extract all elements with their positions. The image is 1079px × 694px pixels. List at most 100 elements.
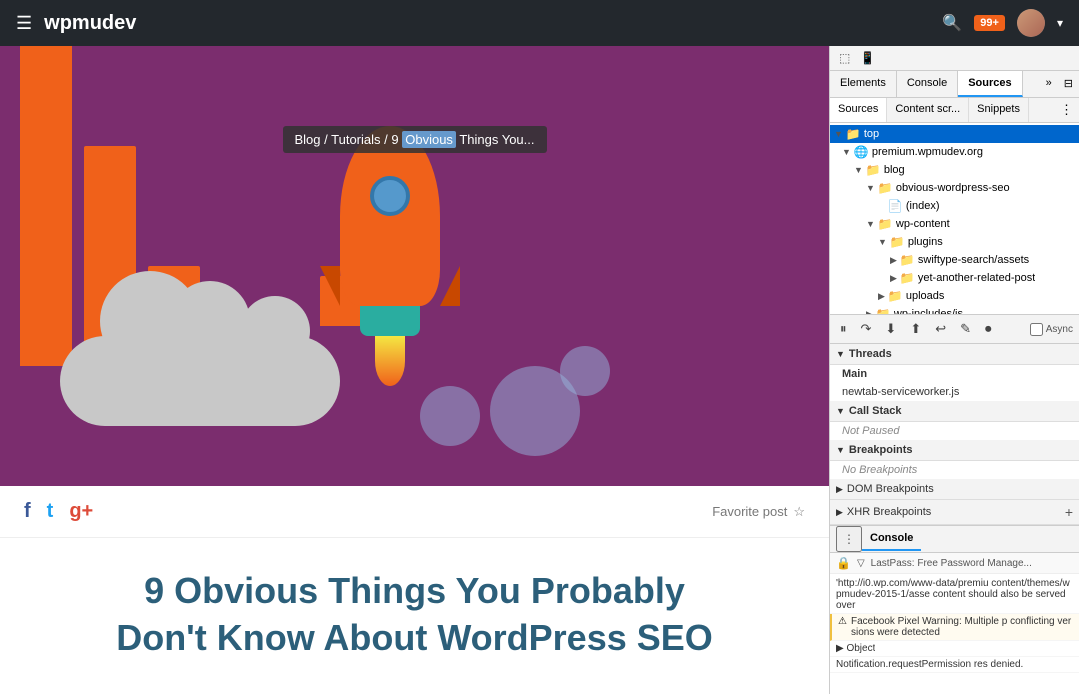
tree-label-blog: blog [884, 164, 905, 176]
tab-sources[interactable]: Sources [958, 71, 1022, 97]
tree-item-index[interactable]: ▶ 📄 (index) [830, 197, 1079, 215]
tab-elements[interactable]: Elements [830, 71, 897, 97]
rocket-body [340, 126, 440, 306]
tree-folder-icon-wpcontent: 📁 [878, 217, 893, 231]
nav-icons: 🔍 99+ ▾ [942, 9, 1063, 37]
rocket-nozzle [360, 306, 420, 336]
xhr-breakpoints-arrow: ▶ [836, 507, 843, 518]
console-msg-3: ▶ Object [830, 641, 1079, 657]
tree-folder-icon-plugins: 📁 [890, 235, 905, 249]
notification-badge[interactable]: 99+ [974, 15, 1005, 31]
add-xhr-breakpoint-button[interactable]: + [1065, 504, 1073, 520]
rocket-fin-left [320, 266, 340, 306]
bar-4-container [20, 46, 72, 326]
step-into-button[interactable]: ⬇ [881, 319, 900, 339]
dom-breakpoints-arrow: ▶ [836, 484, 843, 495]
breakpoints-section-header[interactable]: ▼ Breakpoints [830, 440, 1079, 461]
devtools-panel: ⬚ 📱 Elements Console Sources » ⊟ Sources… [829, 46, 1079, 694]
blog-content: Blog / Tutorials / 9 Obvious Things You.… [0, 46, 829, 694]
inspect-element-icon[interactable]: ⬚ [834, 48, 855, 68]
threads-section-header[interactable]: ▼ Threads [830, 344, 1079, 365]
tree-item-domain[interactable]: ▼ 🌐 premium.wpmudev.org [830, 143, 1079, 161]
social-icons: f t g+ [24, 500, 93, 523]
search-icon[interactable]: 🔍 [942, 13, 962, 33]
tree-label-yarp: yet-another-related-post [918, 272, 1035, 284]
step-out-button[interactable]: ⬆ [906, 319, 925, 339]
social-bar: f t g+ Favorite post ☆ [0, 486, 829, 538]
breadcrumb-blog[interactable]: Blog [295, 132, 321, 147]
console-tab[interactable]: Console [862, 527, 921, 551]
more-tabs-icon[interactable]: » [1040, 71, 1058, 97]
tab-console[interactable]: Console [897, 71, 958, 97]
tree-label-swiftype: swiftype-search/assets [918, 254, 1029, 266]
breadcrumb-highlighted: Obvious [402, 131, 456, 148]
avatar[interactable] [1017, 9, 1045, 37]
tree-label-index: (index) [906, 200, 940, 212]
async-text: Async [1046, 324, 1073, 335]
tree-label-wpcontent: wp-content [896, 218, 950, 230]
googleplus-icon[interactable]: g+ [69, 500, 93, 523]
pause-exceptions-button[interactable]: ⏺ [981, 319, 996, 339]
debugger-toolbar: ⏸ ↷ ⬇ ⬆ ↩ ✎ ⏺ Async [830, 314, 1079, 344]
star-icon: ☆ [793, 504, 805, 520]
tree-folder-icon-wpincludesjs: 📁 [876, 307, 891, 314]
async-checkbox[interactable] [1030, 323, 1043, 336]
console-msg-2-text: Facebook Pixel Warning: Multiple p confl… [851, 616, 1073, 638]
facebook-icon[interactable]: f [24, 500, 31, 523]
tree-item-top[interactable]: ▼ 📁 top [830, 125, 1079, 143]
subtab-more-icon[interactable]: ⋮ [1054, 98, 1079, 122]
threads-label: Threads [849, 348, 892, 360]
hamburger-menu-icon[interactable]: ☰ [16, 13, 32, 34]
callstack-section-header[interactable]: ▼ Call Stack [830, 401, 1079, 422]
tree-item-blog[interactable]: ▼ 📁 blog [830, 161, 1079, 179]
tree-folder-icon-top: 📁 [846, 127, 861, 141]
thread-serviceworker[interactable]: newtab-serviceworker.js [830, 383, 1079, 401]
tree-folder-icon-uploads: 📁 [888, 289, 903, 303]
tree-item-wpcontent[interactable]: ▼ 📁 wp-content [830, 215, 1079, 233]
dom-breakpoints-header[interactable]: ▶ DOM Breakpoints [830, 479, 1079, 500]
warning-icon: ⚠ [838, 616, 847, 627]
favorite-post[interactable]: Favorite post ☆ [712, 504, 805, 520]
tree-label-uploads: uploads [906, 290, 945, 302]
callstack-label: Call Stack [849, 405, 902, 417]
console-msg-2: ⚠ Facebook Pixel Warning: Multiple p con… [830, 614, 1079, 641]
device-toolbar-icon[interactable]: 📱 [855, 48, 880, 68]
dom-breakpoints-label: DOM Breakpoints [847, 483, 934, 495]
tree-file-icon-index: 📄 [888, 199, 903, 213]
close-console-icon[interactable]: ⋮ [836, 526, 862, 552]
sources-subtab-bar: Sources Content scr... Snippets ⋮ [830, 98, 1079, 123]
subtab-content-scripts[interactable]: Content scr... [887, 98, 969, 122]
thread-main[interactable]: Main [830, 365, 1079, 383]
tree-item-obvious[interactable]: ▼ 📁 obvious-wordpress-seo [830, 179, 1079, 197]
xhr-breakpoints-header[interactable]: ▶ XHR Breakpoints + [830, 500, 1079, 525]
tree-folder-icon-swiftype: 📁 [900, 253, 915, 267]
subtab-sources[interactable]: Sources [830, 98, 887, 122]
breadcrumb-tutorials[interactable]: Tutorials [331, 132, 380, 147]
devtools-tab-bar: Elements Console Sources » ⊟ [830, 71, 1079, 98]
tree-item-yarp[interactable]: ▶ 📁 yet-another-related-post [830, 269, 1079, 287]
breakpoints-label: Breakpoints [849, 444, 913, 456]
tree-label-top: top [864, 128, 879, 140]
tree-item-swiftype[interactable]: ▶ 📁 swiftype-search/assets [830, 251, 1079, 269]
twitter-icon[interactable]: t [47, 500, 54, 523]
dock-icon[interactable]: ⊟ [1058, 71, 1079, 97]
not-paused-text: Not Paused [830, 422, 1079, 440]
lastpass-label: LastPass: Free Password Manage... [871, 558, 1032, 569]
thread-main-label: Main [842, 368, 867, 380]
subtab-snippets[interactable]: Snippets [969, 98, 1029, 122]
async-label: Async [1030, 323, 1073, 336]
tree-item-uploads[interactable]: ▶ 📁 uploads [830, 287, 1079, 305]
tree-folder-icon-obvious: 📁 [878, 181, 893, 195]
article-title: 9 Obvious Things You Probably Don't Know… [0, 538, 829, 672]
tree-item-plugins[interactable]: ▼ 📁 plugins [830, 233, 1079, 251]
console-bottom: ⋮ Console 🔒 ▽ LastPass: Free Password Ma… [830, 525, 1079, 694]
tree-item-wpincludesjs[interactable]: ▶ 📁 wp-includes/js [830, 305, 1079, 314]
step-button[interactable]: ↩ [931, 319, 950, 339]
tree-arrow-domain: ▼ [842, 147, 851, 157]
nav-arrow-icon[interactable]: ▾ [1057, 16, 1063, 30]
pause-button[interactable]: ⏸ [836, 319, 851, 339]
step-over-button[interactable]: ↷ [857, 319, 876, 339]
breadcrumb-tooltip: Blog / Tutorials / 9 Obvious Things You.… [283, 126, 547, 153]
deactivate-breakpoints-button[interactable]: ✎ [956, 319, 975, 339]
breakpoints-arrow-icon: ▼ [836, 445, 845, 455]
